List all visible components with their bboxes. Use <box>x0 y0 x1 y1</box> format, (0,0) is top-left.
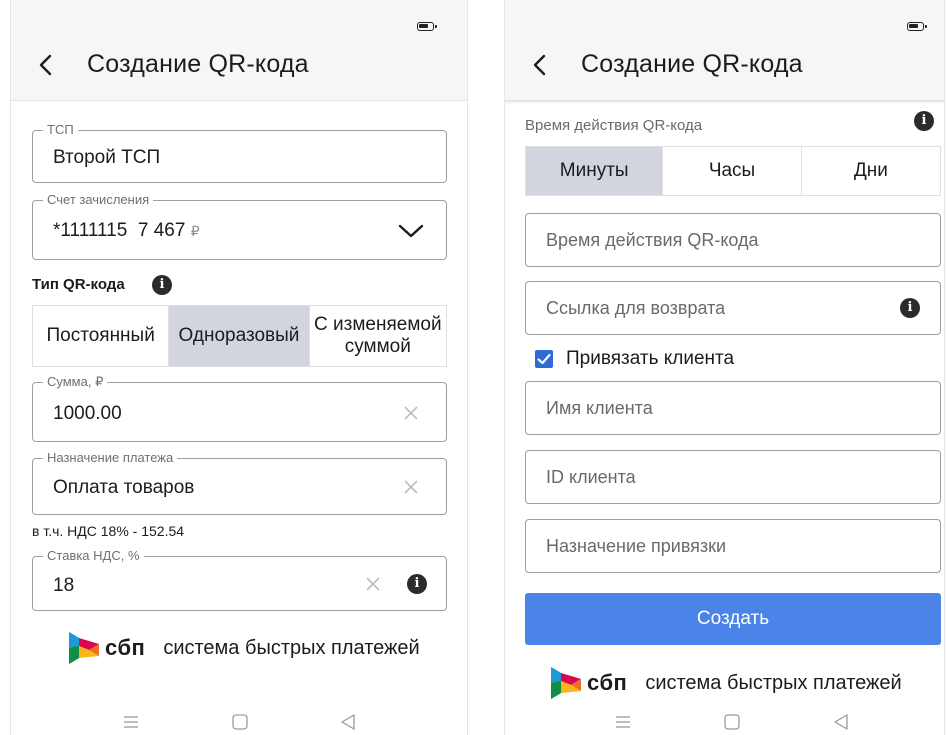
info-icon[interactable]: i <box>407 574 427 594</box>
back-triangle-icon[interactable] <box>832 713 850 731</box>
tsp-label: ТСП <box>43 122 78 138</box>
vat-rate-label: Ставка НДС, % <box>43 548 144 564</box>
account-label: Счет зачисления <box>43 192 154 208</box>
clear-icon[interactable] <box>403 479 419 495</box>
client-name-input[interactable]: Имя клиента <box>525 381 941 435</box>
system-nav-bar <box>11 707 467 735</box>
validity-unit-selector: Минуты Часы Дни <box>525 146 941 196</box>
check-icon <box>537 353 551 365</box>
home-icon[interactable] <box>231 713 249 731</box>
unit-days[interactable]: Дни <box>802 147 940 195</box>
return-link-placeholder: Ссылка для возврата <box>546 298 726 318</box>
validity-time-input[interactable]: Время действия QR-кода <box>525 213 941 267</box>
return-link-input[interactable]: Ссылка для возврата i <box>525 281 941 335</box>
home-icon[interactable] <box>723 713 741 731</box>
amount-label: Сумма, ₽ <box>43 374 108 390</box>
back-icon[interactable] <box>529 49 553 81</box>
battery-icon <box>417 22 437 31</box>
clear-icon[interactable] <box>403 405 419 421</box>
amount-field[interactable]: Сумма, ₽ 1000.00 <box>32 374 447 442</box>
validity-time-placeholder: Время действия QR-кода <box>546 230 759 250</box>
tsp-field[interactable]: ТСП Второй ТСП <box>32 122 447 183</box>
binding-purpose-placeholder: Назначение привязки <box>546 536 727 556</box>
client-id-input[interactable]: ID клиента <box>525 450 941 504</box>
bind-client-label[interactable]: Привязать клиента <box>566 348 734 370</box>
create-button[interactable]: Создать <box>525 593 941 645</box>
menu-icon[interactable] <box>614 713 632 731</box>
sbp-logo-icon <box>551 667 581 699</box>
payment-purpose-value: Оплата товаров <box>53 477 195 498</box>
account-value: *1111115 7 467 ₽ <box>53 220 200 241</box>
sbp-logo-icon <box>69 632 99 664</box>
tsp-value: Второй ТСП <box>53 147 161 168</box>
app-bar: Создание QR-кода <box>505 0 944 100</box>
qr-type-label: Тип QR-кода <box>32 276 125 293</box>
app-bar-shadow <box>505 100 944 104</box>
amount-value: 1000.00 <box>53 403 122 424</box>
chevron-down-icon[interactable] <box>398 223 424 239</box>
client-id-placeholder: ID клиента <box>546 467 636 487</box>
system-nav-bar <box>505 707 944 735</box>
payment-purpose-field[interactable]: Назначение платежа Оплата товаров <box>32 450 447 515</box>
info-icon[interactable]: i <box>900 298 920 318</box>
qr-type-one-time[interactable]: Одноразовый <box>169 306 310 366</box>
sbp-full-name: система быстрых платежей <box>645 671 902 694</box>
page-title: Создание QR-кода <box>87 50 309 78</box>
back-icon[interactable] <box>35 49 59 81</box>
qr-type-permanent[interactable]: Постоянный <box>33 306 170 366</box>
validity-label: Время действия QR-кода <box>525 117 703 134</box>
sbp-short-name: сбп <box>587 670 628 695</box>
right-screen: Создание QR-кода Время действия QR-кода … <box>504 0 945 735</box>
account-select[interactable]: Счет зачисления *1111115 7 467 ₽ <box>32 192 447 260</box>
back-triangle-icon[interactable] <box>339 713 357 731</box>
qr-type-selector: Постоянный Одноразовый С изменяемой сумм… <box>32 305 447 367</box>
qr-type-variable-amount[interactable]: С изменяемой суммой <box>310 306 446 366</box>
vat-note: в т.ч. НДС 18% - 152.54 <box>32 523 185 539</box>
vat-rate-value: 18 <box>53 575 75 596</box>
left-screen: Создание QR-кода ТСП Второй ТСП Счет зач… <box>10 0 468 735</box>
sbp-full-name: система быстрых платежей <box>163 636 420 659</box>
vat-rate-field[interactable]: Ставка НДС, % 18 i <box>32 548 447 611</box>
menu-icon[interactable] <box>122 713 140 731</box>
info-icon[interactable]: i <box>152 275 172 295</box>
bind-client-checkbox[interactable] <box>535 350 553 368</box>
info-icon[interactable]: i <box>914 111 934 131</box>
payment-purpose-label: Назначение платежа <box>43 450 178 466</box>
app-bar: Создание QR-кода <box>11 0 467 101</box>
sbp-short-name: сбп <box>105 635 146 660</box>
battery-icon <box>907 22 927 31</box>
sbp-logo: сбп система быстрых платежей <box>549 665 902 701</box>
binding-purpose-input[interactable]: Назначение привязки <box>525 519 941 573</box>
sbp-logo: сбп система быстрых платежей <box>67 630 420 666</box>
unit-minutes[interactable]: Минуты <box>526 147 664 195</box>
page-title: Создание QR-кода <box>581 50 803 78</box>
client-name-placeholder: Имя клиента <box>546 398 653 418</box>
unit-hours[interactable]: Часы <box>663 147 802 195</box>
clear-icon[interactable] <box>365 576 381 592</box>
